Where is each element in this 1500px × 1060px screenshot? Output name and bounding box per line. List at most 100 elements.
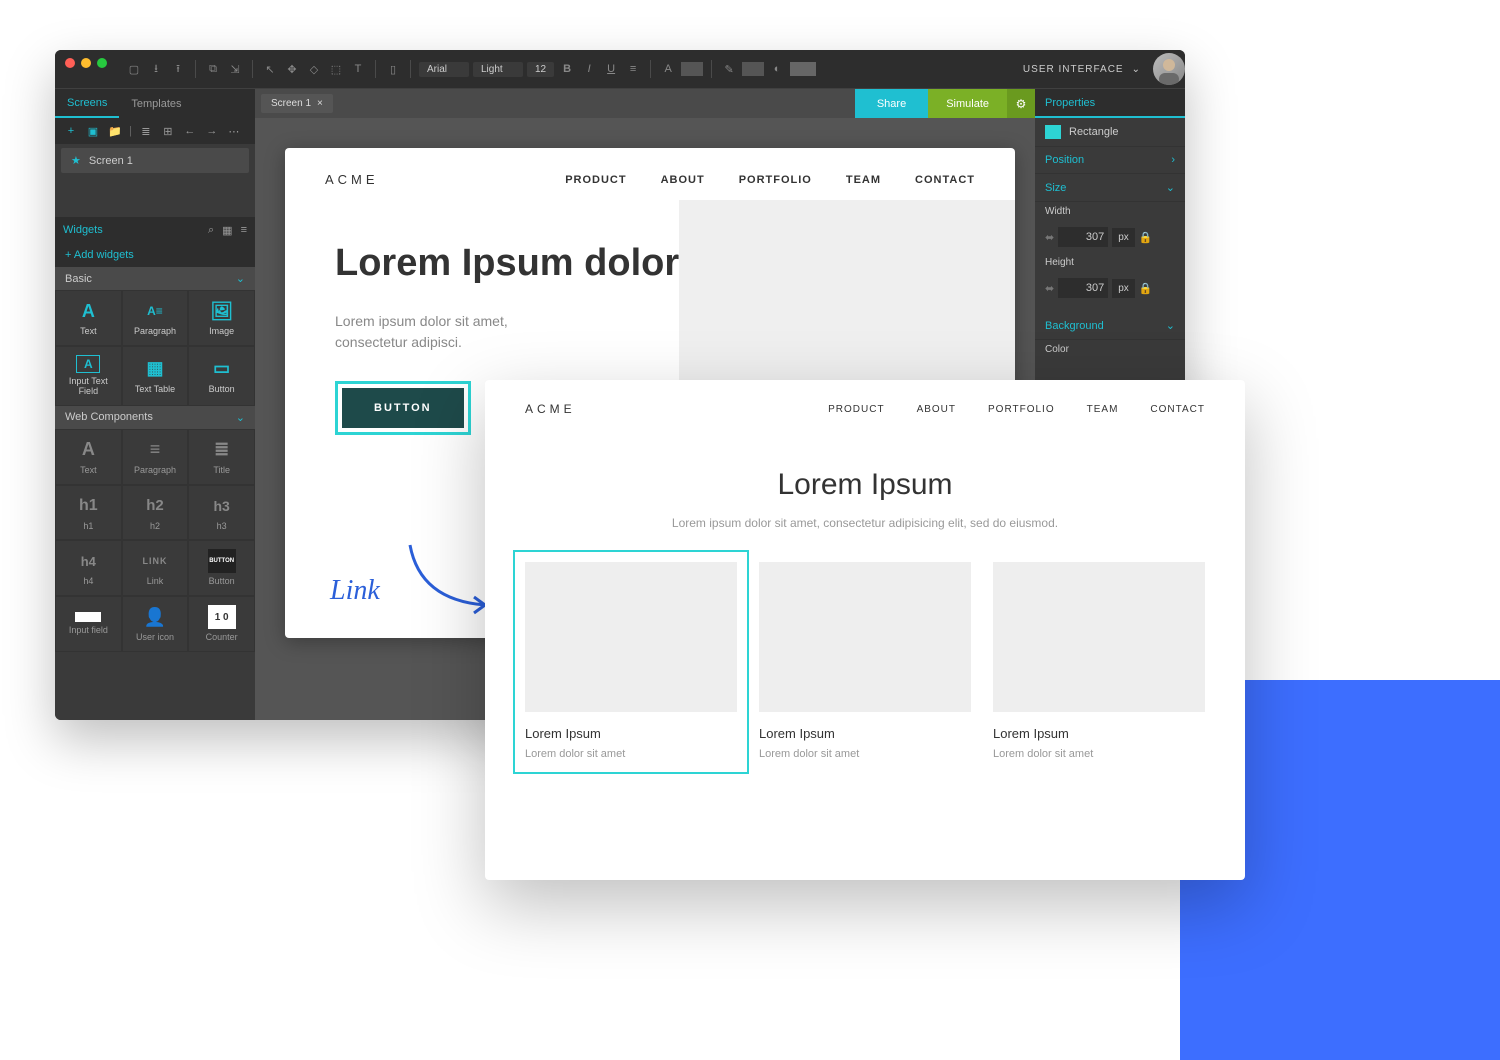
selected-element[interactable]: BUTTON: [335, 381, 471, 435]
tab-screens[interactable]: Screens: [55, 89, 119, 118]
lock-icon[interactable]: 🔒: [1139, 282, 1153, 295]
nav-product[interactable]: PRODUCT: [828, 404, 884, 415]
grid-view-icon[interactable]: ▦: [222, 224, 232, 237]
widget-h2[interactable]: h2h2: [122, 485, 189, 541]
category-web-components[interactable]: Web Components ⌄: [55, 406, 255, 429]
maximize-icon[interactable]: [97, 58, 107, 68]
left-sidebar: + ▣ 📁 | ≣ ⊞ ← → ⋯ ★ Screen 1 Widgets ⌕ ▦…: [55, 118, 255, 720]
user-menu[interactable]: USER INTERFACE ⌄: [1023, 64, 1141, 75]
widget-input-field[interactable]: Input field: [55, 596, 122, 652]
nav-contact[interactable]: CONTACT: [915, 174, 975, 186]
arrow-right-icon[interactable]: →: [204, 125, 220, 137]
align-icon[interactable]: ≡: [624, 60, 642, 78]
hero-button[interactable]: BUTTON: [342, 388, 464, 428]
widget-counter[interactable]: 1 0Counter: [188, 596, 255, 652]
canvas-tab-screen1[interactable]: Screen 1 ×: [261, 94, 333, 113]
widget-text[interactable]: AText: [55, 290, 122, 346]
share-button[interactable]: Share: [855, 89, 928, 118]
nav-about[interactable]: ABOUT: [917, 404, 956, 415]
gear-icon[interactable]: ⚙: [1007, 89, 1035, 118]
opacity-icon[interactable]: ◐: [768, 60, 786, 78]
underline-icon[interactable]: U: [602, 60, 620, 78]
lock-icon[interactable]: 🔒: [1139, 231, 1153, 244]
avatar[interactable]: [1153, 53, 1185, 85]
widget-paragraph[interactable]: A≡Paragraph: [122, 290, 189, 346]
screen-icon[interactable]: ▣: [85, 125, 101, 138]
text-icon[interactable]: T: [349, 60, 367, 78]
save-icon[interactable]: ⭱: [169, 60, 187, 78]
widget-table[interactable]: ▦Text Table: [122, 346, 189, 406]
size-section[interactable]: Size⌄: [1035, 174, 1185, 202]
new-file-icon[interactable]: ▢: [125, 60, 143, 78]
copy-icon[interactable]: ⧉: [204, 60, 222, 78]
nav-about[interactable]: ABOUT: [661, 174, 705, 186]
widget-wc-button[interactable]: BUTTONButton: [188, 540, 255, 596]
font-family-select[interactable]: Arial: [419, 62, 469, 77]
width-unit[interactable]: px: [1112, 228, 1135, 247]
arrow-left-icon[interactable]: ←: [182, 125, 198, 137]
nav-contact[interactable]: CONTACT: [1150, 404, 1205, 415]
widget-input-text[interactable]: AInput Text Field: [55, 346, 122, 406]
text-color-icon[interactable]: A: [659, 60, 677, 78]
bold-icon[interactable]: B: [558, 60, 576, 78]
minimize-icon[interactable]: [81, 58, 91, 68]
preview-card[interactable]: Lorem Ipsum Lorem dolor sit amet: [759, 562, 971, 762]
fill-swatch[interactable]: [790, 62, 816, 76]
link-annotation: Link: [330, 575, 380, 607]
more-icon[interactable]: ⋯: [226, 125, 242, 138]
width-input[interactable]: [1058, 227, 1108, 247]
grid-icon[interactable]: ⊞: [160, 125, 176, 138]
widget-h4[interactable]: h4h4: [55, 540, 122, 596]
background-section[interactable]: Background⌄: [1035, 312, 1185, 340]
nav-team[interactable]: TEAM: [1087, 404, 1119, 415]
close-icon[interactable]: ×: [317, 98, 323, 109]
widget-link[interactable]: LINKLink: [122, 540, 189, 596]
widget-user-icon[interactable]: 👤User icon: [122, 596, 189, 652]
nav-product[interactable]: PRODUCT: [565, 174, 626, 186]
height-unit[interactable]: px: [1112, 279, 1135, 298]
device-icon[interactable]: ▯: [384, 60, 402, 78]
tab-properties[interactable]: Properties: [1035, 89, 1185, 118]
widget-button[interactable]: ▭Button: [188, 346, 255, 406]
folder-icon[interactable]: 📁: [107, 125, 123, 138]
italic-icon[interactable]: I: [580, 60, 598, 78]
paste-icon[interactable]: ⇲: [226, 60, 244, 78]
widget-wc-paragraph[interactable]: ≡Paragraph: [122, 429, 189, 485]
font-weight-select[interactable]: Light: [473, 62, 523, 77]
shape-icon[interactable]: ⬚: [327, 60, 345, 78]
preview-card-selected[interactable]: Lorem Ipsum Lorem dolor sit amet: [513, 550, 749, 774]
list-icon[interactable]: ≣: [138, 125, 154, 138]
widget-h1[interactable]: h1h1: [55, 485, 122, 541]
widget-image[interactable]: 🖼Image: [188, 290, 255, 346]
position-section[interactable]: Position›: [1035, 147, 1185, 174]
list-view-icon[interactable]: ≡: [241, 224, 247, 237]
stroke-swatch[interactable]: [742, 62, 764, 76]
close-icon[interactable]: [65, 58, 75, 68]
nav-team[interactable]: TEAM: [846, 174, 881, 186]
card-title: Lorem Ipsum: [993, 726, 1205, 741]
pointer-icon[interactable]: ↖: [261, 60, 279, 78]
font-size-select[interactable]: 12: [527, 62, 554, 77]
add-widgets-button[interactable]: + Add widgets: [55, 243, 255, 267]
link-icon[interactable]: ⬌: [1045, 282, 1054, 295]
basic-widgets-grid: AText A≡Paragraph 🖼Image AInput Text Fie…: [55, 290, 255, 406]
nav-portfolio[interactable]: PORTFOLIO: [988, 404, 1055, 415]
screen-list-item[interactable]: ★ Screen 1: [61, 148, 249, 173]
add-icon[interactable]: +: [63, 125, 79, 137]
nav-portfolio[interactable]: PORTFOLIO: [739, 174, 812, 186]
pen-icon[interactable]: ✎: [720, 60, 738, 78]
tab-templates[interactable]: Templates: [119, 89, 193, 118]
widget-h3[interactable]: h3h3: [188, 485, 255, 541]
open-icon[interactable]: ⭳: [147, 60, 165, 78]
simulate-button[interactable]: Simulate: [928, 89, 1007, 118]
category-basic[interactable]: Basic ⌄: [55, 267, 255, 290]
text-color-swatch[interactable]: [681, 62, 703, 76]
widget-wc-text[interactable]: AText: [55, 429, 122, 485]
search-icon[interactable]: ⌕: [208, 224, 214, 237]
link-icon[interactable]: ⬌: [1045, 231, 1054, 244]
preview-card[interactable]: Lorem Ipsum Lorem dolor sit amet: [993, 562, 1205, 762]
height-input[interactable]: [1058, 278, 1108, 298]
widget-wc-title[interactable]: ≣Title: [188, 429, 255, 485]
eraser-icon[interactable]: ◇: [305, 60, 323, 78]
hand-icon[interactable]: ✥: [283, 60, 301, 78]
